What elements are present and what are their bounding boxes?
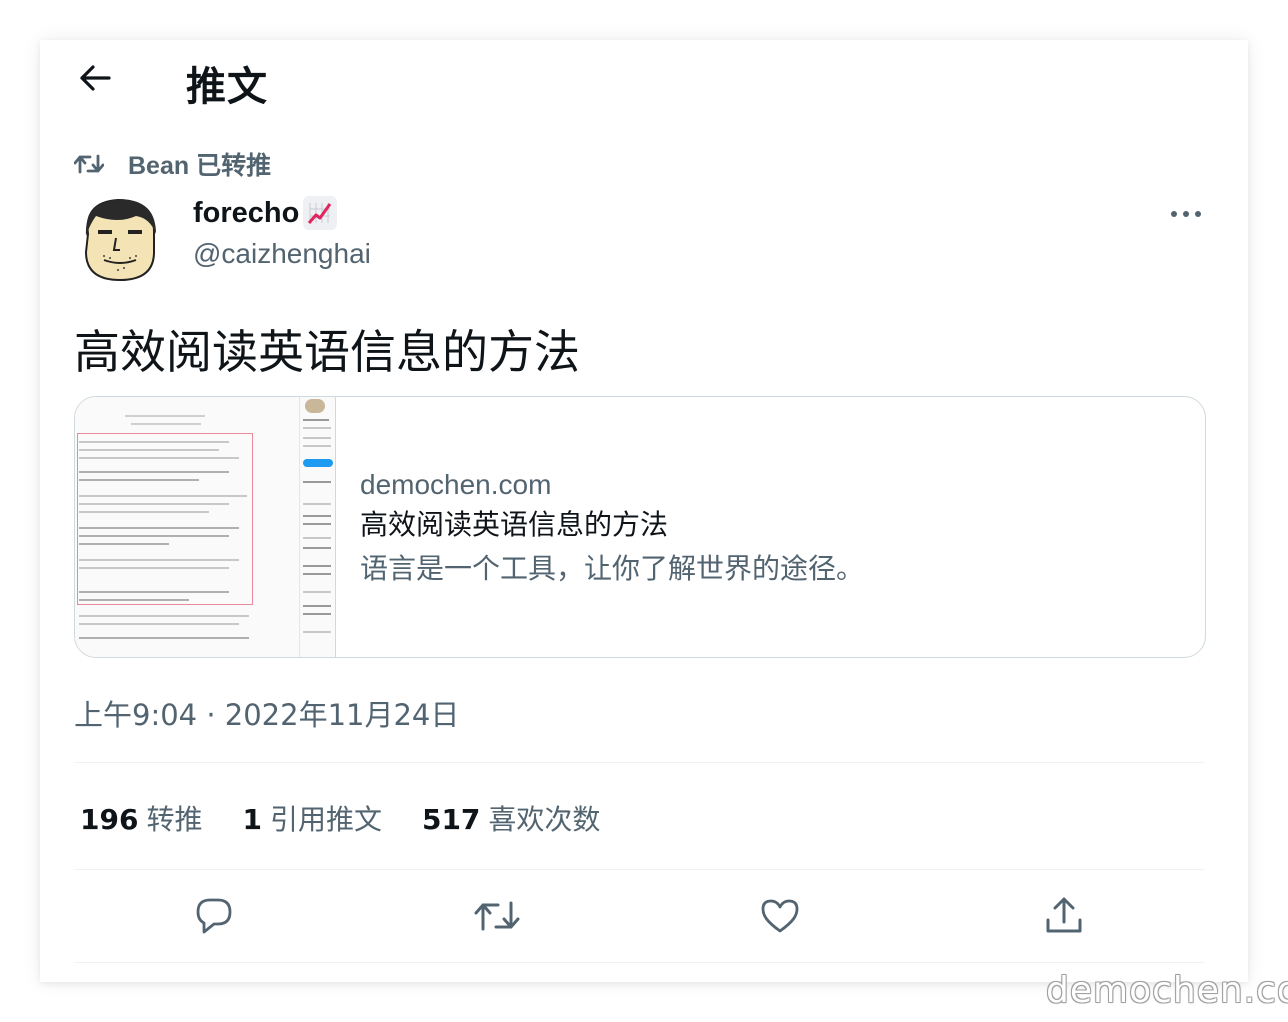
link-preview-thumbnail [75, 397, 336, 657]
author-display-name[interactable]: forecho [193, 196, 338, 230]
divider [74, 869, 1204, 870]
page-title: 推文 [186, 65, 268, 109]
retweet-count-label: 转推 [146, 803, 203, 836]
heart-icon [761, 899, 799, 933]
link-domain: demochen.com [360, 469, 552, 500]
retweeted-by[interactable]: Bean 已转推 [74, 146, 271, 182]
author-name-text: forecho [193, 196, 300, 229]
link-preview-card[interactable]: demochen.com 高效阅读英语信息的方法 语言是一个工具，让你了解世界的… [74, 396, 1206, 658]
author-handle[interactable]: @caizhenghai [193, 238, 371, 270]
link-preview-info: demochen.com 高效阅读英语信息的方法 语言是一个工具，让你了解世界的… [336, 397, 864, 657]
tweet-timestamp[interactable]: 上午9:04 · 2022年11月24日 [74, 692, 459, 734]
retweet-icon [474, 901, 520, 931]
share-icon [1046, 897, 1082, 933]
back-button[interactable] [73, 58, 117, 98]
like-button[interactable] [752, 888, 808, 944]
share-button[interactable] [1036, 888, 1092, 944]
retweet-count-value: 196 [80, 803, 139, 836]
tweet-stats: 196 转推 1 引用推文 517 喜欢次数 [80, 798, 600, 838]
tweet-text: 高效阅读英语信息的方法 [74, 325, 580, 379]
watermark: demochen.com [1046, 970, 1288, 1011]
more-options-button[interactable] [1164, 198, 1208, 230]
divider [74, 962, 1204, 963]
link-title: 高效阅读英语信息的方法 [360, 508, 669, 541]
divider [74, 762, 1204, 763]
more-icon [1171, 211, 1201, 217]
quote-count[interactable]: 1 引用推文 [242, 798, 382, 838]
like-count-value: 517 [421, 803, 481, 836]
reply-icon [196, 898, 232, 934]
quote-count-value: 1 [242, 803, 262, 836]
chart-increasing-icon [303, 196, 338, 230]
like-count-label: 喜欢次数 [488, 803, 601, 836]
reply-button[interactable] [186, 888, 242, 944]
tweet-actions [74, 888, 1204, 944]
like-count[interactable]: 517 喜欢次数 [422, 798, 600, 838]
retweeted-by-label: Bean 已转推 [128, 152, 272, 180]
retweet-icon [74, 154, 104, 174]
quote-count-label: 引用推文 [269, 803, 382, 836]
link-description: 语言是一个工具，让你了解世界的途径。 [360, 552, 865, 585]
avatar[interactable] [74, 194, 164, 284]
retweet-button[interactable] [469, 888, 525, 944]
arrow-left-icon [80, 65, 111, 91]
retweet-count[interactable]: 196 转推 [80, 798, 202, 838]
